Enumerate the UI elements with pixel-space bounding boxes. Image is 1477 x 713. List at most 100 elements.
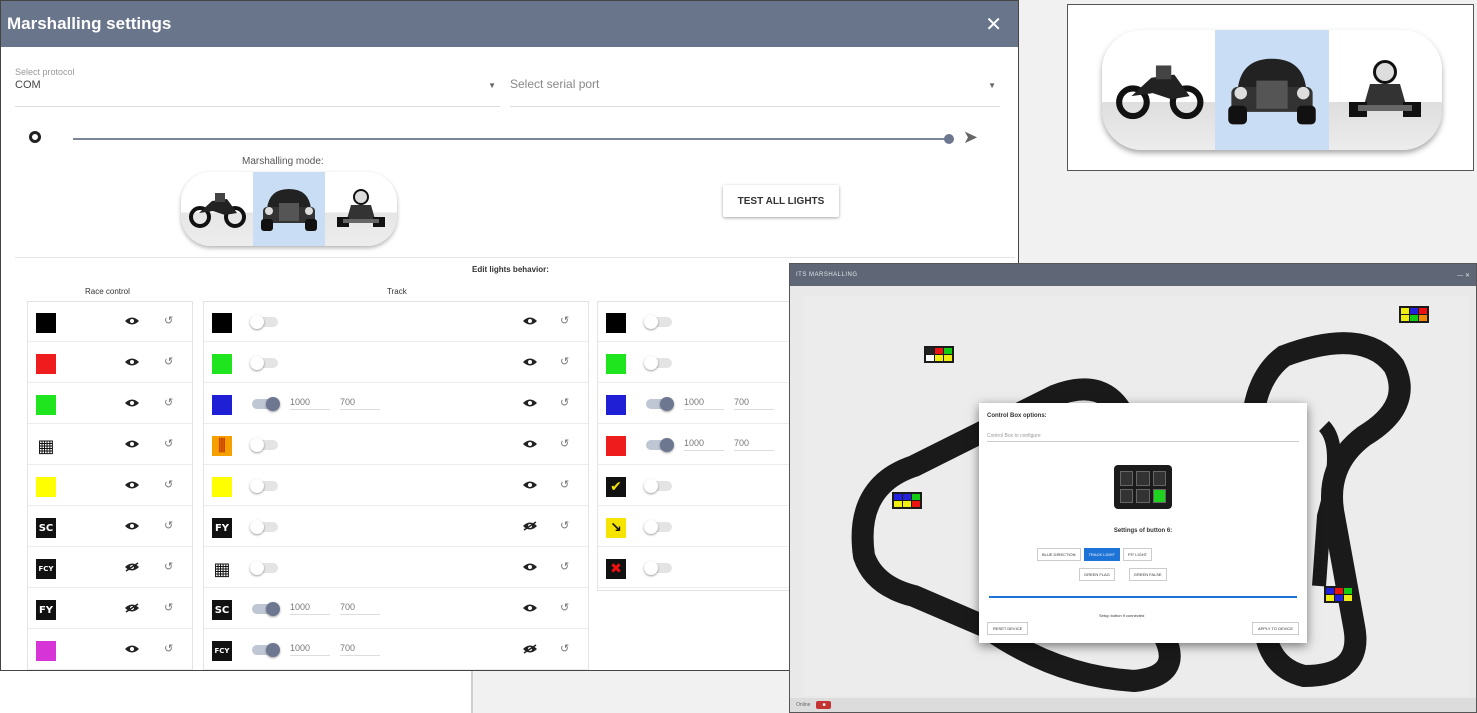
blink-toggle[interactable]: [252, 643, 280, 657]
green-false-button[interactable]: GREEN FALSE: [1128, 568, 1167, 581]
eye-icon[interactable]: [522, 603, 538, 613]
control-box-marker[interactable]: [1324, 586, 1354, 603]
window-controls-icon[interactable]: — ✕: [1457, 272, 1470, 279]
blink-off-input[interactable]: 700: [340, 643, 380, 656]
race-control-color-swatch[interactable]: [36, 395, 56, 415]
track-secondary-color-swatch[interactable]: [606, 354, 626, 374]
brightness-slider[interactable]: ➤: [29, 127, 978, 149]
blink-toggle[interactable]: [644, 356, 672, 370]
device-button[interactable]: [1136, 471, 1150, 486]
FY-flag-icon[interactable]: FY: [36, 600, 56, 620]
eye-icon[interactable]: [124, 480, 140, 490]
track-color-swatch[interactable]: [212, 395, 232, 415]
undo-icon[interactable]: ↺: [560, 355, 569, 368]
eye-icon[interactable]: [124, 439, 140, 449]
blink-toggle[interactable]: [250, 315, 278, 329]
green-flag-select[interactable]: GREEN FLAG: [1079, 568, 1115, 581]
modal-brightness-slider[interactable]: [989, 596, 1297, 598]
undo-icon[interactable]: ↺: [164, 355, 173, 368]
blink-toggle[interactable]: [250, 520, 278, 534]
reset-device-button[interactable]: RESET DEVICE: [987, 622, 1029, 635]
blink-toggle[interactable]: [644, 520, 672, 534]
device-button[interactable]: [1136, 488, 1150, 503]
track-secondary-color-swatch[interactable]: [606, 313, 626, 333]
eye-icon[interactable]: [522, 562, 538, 572]
undo-icon[interactable]: ↺: [560, 314, 569, 327]
blink-on-input[interactable]: 1000: [290, 643, 330, 656]
device-button[interactable]: [1120, 488, 1134, 503]
blink-off-input[interactable]: 700: [340, 602, 380, 615]
track-color-swatch[interactable]: [212, 313, 232, 333]
undo-icon[interactable]: ↺: [560, 396, 569, 409]
option-blue-direction[interactable]: BLUE DIRECTION: [1037, 548, 1081, 561]
serial-port-select[interactable]: Select serial port ▼: [510, 67, 1000, 107]
blink-toggle[interactable]: [250, 479, 278, 493]
undo-icon[interactable]: ↺: [560, 478, 569, 491]
eye-icon[interactable]: [124, 521, 140, 531]
blink-toggle[interactable]: [250, 356, 278, 370]
race-control-color-swatch[interactable]: [36, 313, 56, 333]
blink-off-input[interactable]: 700: [340, 397, 380, 410]
close-icon[interactable]: ✕: [985, 12, 1002, 37]
stripes-flag-icon[interactable]: ⦀: [212, 436, 232, 457]
undo-icon[interactable]: ↺: [164, 437, 173, 450]
blink-on-input[interactable]: 1000: [684, 397, 724, 410]
race-control-color-swatch[interactable]: [36, 641, 56, 661]
eye-off-icon[interactable]: [522, 521, 538, 531]
eye-icon[interactable]: [522, 398, 538, 408]
blink-toggle[interactable]: [252, 602, 280, 616]
yellow-check-flag-icon[interactable]: ✔: [606, 477, 626, 497]
FY-flag-icon[interactable]: FY: [212, 518, 232, 538]
track-color-swatch[interactable]: [212, 354, 232, 374]
undo-icon[interactable]: ↺: [560, 437, 569, 450]
SC-flag-icon[interactable]: SC: [36, 518, 56, 538]
protocol-select[interactable]: Select protocol COM ▼: [15, 67, 500, 107]
race-control-color-swatch[interactable]: [36, 354, 56, 374]
setup-checkbox[interactable]: Setup button if connected: [1099, 613, 1144, 618]
test-all-lights-button[interactable]: TEST ALL LIGHTS: [723, 185, 839, 217]
mode-motorbike[interactable]: [181, 172, 253, 246]
undo-icon[interactable]: ↺: [164, 601, 173, 614]
track-secondary-color-swatch[interactable]: [606, 436, 626, 456]
blink-on-input[interactable]: 1000: [290, 397, 330, 410]
undo-icon[interactable]: ↺: [560, 519, 569, 532]
eye-icon[interactable]: [522, 357, 538, 367]
mode-motorbike-large[interactable]: [1102, 30, 1215, 150]
track-map[interactable]: Control Box options: Control Box to conf…: [804, 296, 1469, 696]
yellow-arrow-flag-icon[interactable]: ↘: [606, 518, 626, 538]
eye-icon[interactable]: [124, 357, 140, 367]
FCY-flag-icon[interactable]: FCY: [212, 641, 232, 661]
undo-icon[interactable]: ↺: [560, 560, 569, 573]
device-button[interactable]: [1120, 471, 1134, 486]
eye-icon[interactable]: [124, 398, 140, 408]
device-button[interactable]: [1152, 488, 1166, 503]
blink-on-input[interactable]: 1000: [684, 438, 724, 451]
undo-icon[interactable]: ↺: [164, 478, 173, 491]
FCY-flag-icon[interactable]: FCY: [36, 559, 56, 579]
device-button[interactable]: [1152, 471, 1166, 486]
option-track-light[interactable]: TRACK LIGHT: [1083, 548, 1121, 561]
mode-car[interactable]: [253, 172, 325, 246]
blink-off-input[interactable]: 700: [734, 438, 774, 451]
undo-icon[interactable]: ↺: [164, 396, 173, 409]
eye-icon[interactable]: [522, 480, 538, 490]
blink-toggle[interactable]: [646, 438, 674, 452]
red-x-flag-icon[interactable]: ✖: [606, 559, 626, 579]
undo-icon[interactable]: ↺: [164, 642, 173, 655]
alert-badge[interactable]: ■: [816, 701, 832, 709]
blink-toggle[interactable]: [644, 315, 672, 329]
track-secondary-color-swatch[interactable]: [606, 395, 626, 415]
undo-icon[interactable]: ↺: [164, 519, 173, 532]
mode-kart[interactable]: [325, 172, 397, 246]
race-control-color-swatch[interactable]: [36, 477, 56, 497]
blink-toggle[interactable]: [644, 479, 672, 493]
eye-icon[interactable]: [522, 316, 538, 326]
eye-icon[interactable]: [124, 644, 140, 654]
eye-icon[interactable]: [522, 439, 538, 449]
undo-icon[interactable]: ↺: [164, 314, 173, 327]
blink-toggle[interactable]: [644, 561, 672, 575]
slider-thumb[interactable]: [944, 134, 954, 144]
undo-icon[interactable]: ↺: [164, 560, 173, 573]
control-box-marker[interactable]: [892, 492, 922, 509]
track-color-swatch[interactable]: [212, 477, 232, 497]
